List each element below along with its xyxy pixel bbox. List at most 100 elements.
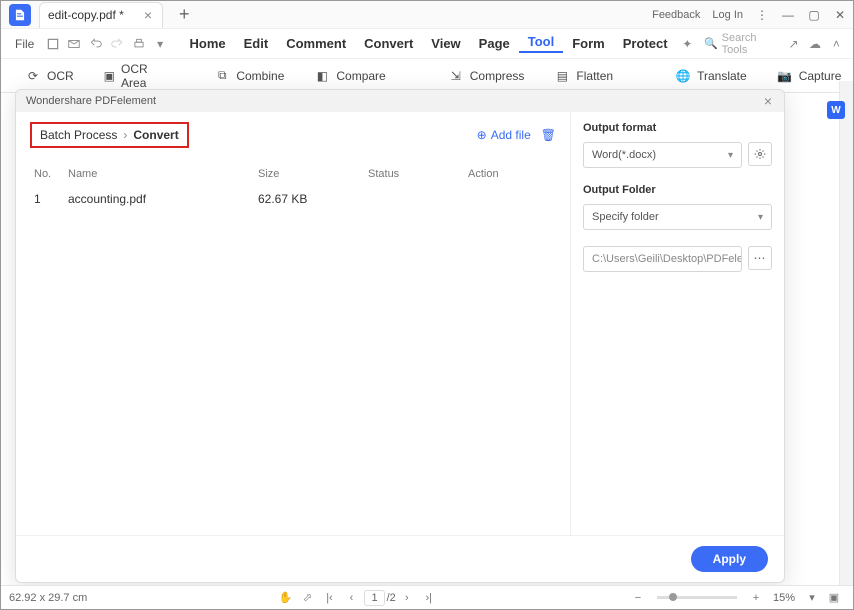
capture-icon: 📷 [777, 68, 793, 84]
search-tools[interactable]: 🔍 Search Tools [704, 32, 783, 56]
wand-icon[interactable]: ✦ [677, 33, 698, 55]
menubar: File ▾ Home Edit Comment Convert View Pa… [1, 29, 853, 59]
output-folder-value: Specify folder [592, 211, 659, 223]
apply-button[interactable]: Apply [691, 546, 768, 572]
minimize-icon[interactable]: — [775, 8, 801, 22]
share-icon[interactable]: ↗ [783, 33, 804, 55]
menu-view[interactable]: View [422, 36, 469, 51]
col-action: Action [468, 168, 528, 180]
combine-button[interactable]: ⧉Combine [208, 64, 290, 88]
undo-icon[interactable] [85, 33, 106, 55]
zoom-in-icon[interactable]: + [745, 592, 767, 604]
dialog-left-panel: Batch Process › Convert ⊕ Add file 🗑 No.… [16, 112, 570, 535]
word-format-badge[interactable]: W [827, 101, 845, 119]
login-link[interactable]: Log In [712, 9, 743, 21]
dialog-close-icon[interactable]: × [758, 93, 778, 109]
menu-home[interactable]: Home [181, 36, 235, 51]
last-page-icon[interactable]: ›| [418, 592, 440, 604]
chevron-right-icon: › [123, 128, 127, 142]
dialog-footer: Apply [16, 535, 784, 582]
next-page-icon[interactable]: › [396, 592, 418, 604]
save-icon[interactable] [42, 33, 63, 55]
menu-convert[interactable]: Convert [355, 36, 422, 51]
zoom-dropdown-icon[interactable]: ▾ [801, 591, 823, 604]
cell-status [368, 192, 468, 206]
titlebar: edit-copy.pdf * × + Feedback Log In ⋮ — … [1, 1, 853, 29]
hand-tool-icon[interactable]: ✋ [274, 591, 296, 604]
select-tool-icon[interactable]: ⬀ [296, 591, 318, 604]
zoom-value: 15% [773, 592, 795, 604]
dialog-title: Wondershare PDFelement [26, 95, 156, 107]
batch-dialog: Wondershare PDFelement × Batch Process ›… [15, 89, 785, 583]
chevron-down-icon: ▾ [758, 212, 763, 223]
first-page-icon[interactable]: |‹ [318, 592, 340, 604]
page-dimensions: 62.92 x 29.7 cm [9, 592, 87, 604]
menu-page[interactable]: Page [470, 36, 519, 51]
search-icon: 🔍 [704, 37, 718, 50]
file-menu[interactable]: File [7, 37, 42, 51]
output-folder-select[interactable]: Specify folder ▾ [583, 204, 772, 230]
document-tab-label: edit-copy.pdf * [48, 8, 124, 22]
statusbar: 62.92 x 29.7 cm ✋ ⬀ |‹ ‹ 1 /2 › ›| − + 1… [1, 585, 853, 609]
new-tab-button[interactable]: + [173, 4, 196, 25]
breadcrumb: Batch Process › Convert [30, 122, 189, 148]
output-path-field[interactable]: C:\Users\Geili\Desktop\PDFelement\Co [583, 246, 742, 272]
combine-icon: ⧉ [214, 68, 230, 84]
fit-page-icon[interactable]: ▣ [823, 591, 845, 604]
menu-protect[interactable]: Protect [614, 36, 677, 51]
compare-icon: ◧ [314, 68, 330, 84]
ocr-icon: ⟳ [25, 68, 41, 84]
document-tab[interactable]: edit-copy.pdf * × [39, 2, 163, 28]
output-path-value: C:\Users\Geili\Desktop\PDFelement\Co [592, 253, 742, 265]
browse-folder-button[interactable]: ⋯ [748, 246, 772, 270]
compare-button[interactable]: ◧Compare [308, 64, 391, 88]
app-logo [9, 4, 31, 26]
menu-edit[interactable]: Edit [235, 36, 278, 51]
chevron-up-icon[interactable]: ˄ [826, 33, 847, 55]
compress-button[interactable]: ⇲Compress [442, 64, 531, 88]
print-icon[interactable] [128, 33, 149, 55]
col-size: Size [258, 168, 368, 180]
prev-page-icon[interactable]: ‹ [340, 592, 362, 604]
output-format-select[interactable]: Word(*.docx) ▾ [583, 142, 742, 168]
redo-icon[interactable] [107, 33, 128, 55]
breadcrumb-current: Convert [133, 128, 178, 142]
page-input[interactable]: 1 [364, 590, 384, 606]
ocr-button[interactable]: ⟳OCR [19, 64, 80, 88]
table-row[interactable]: 1 accounting.pdf 62.67 KB [30, 186, 556, 212]
add-file-button[interactable]: ⊕ Add file [477, 128, 531, 142]
flatten-button[interactable]: ▤Flatten [548, 64, 619, 88]
delete-button[interactable]: 🗑 [541, 128, 556, 142]
dialog-right-panel: Output format Word(*.docx) ▾ Output Fold… [570, 112, 784, 535]
toolbar: ⟳OCR ▣OCR Area ⧉Combine ◧Compare ⇲Compre… [1, 59, 853, 93]
zoom-slider[interactable] [657, 596, 737, 599]
search-placeholder: Search Tools [722, 32, 783, 56]
close-window-icon[interactable]: ✕ [827, 8, 853, 22]
close-tab-icon[interactable]: × [144, 7, 152, 23]
dialog-titlebar: Wondershare PDFelement × [16, 90, 784, 112]
dropdown-icon[interactable]: ▾ [149, 33, 170, 55]
scrollbar[interactable] [839, 81, 853, 585]
feedback-link[interactable]: Feedback [652, 9, 700, 21]
capture-button[interactable]: 📷Capture [771, 64, 848, 88]
compress-icon: ⇲ [448, 68, 464, 84]
mail-icon[interactable] [64, 33, 85, 55]
cell-size: 62.67 KB [258, 192, 368, 206]
maximize-icon[interactable]: ▢ [801, 8, 827, 22]
menu-comment[interactable]: Comment [277, 36, 355, 51]
col-no: No. [34, 168, 68, 180]
col-status: Status [368, 168, 468, 180]
col-name: Name [68, 168, 258, 180]
chevron-down-icon: ▾ [728, 150, 733, 161]
more-icon[interactable]: ⋮ [749, 8, 775, 22]
flatten-icon: ▤ [554, 68, 570, 84]
menu-tool[interactable]: Tool [519, 34, 563, 53]
zoom-out-icon[interactable]: − [627, 592, 649, 604]
format-settings-button[interactable] [748, 142, 772, 166]
cell-no: 1 [34, 192, 68, 206]
breadcrumb-root[interactable]: Batch Process [40, 128, 117, 142]
cloud-icon[interactable]: ☁ [804, 33, 825, 55]
menu-form[interactable]: Form [563, 36, 614, 51]
translate-button[interactable]: 🌐Translate [669, 64, 753, 88]
translate-icon: 🌐 [675, 68, 691, 84]
